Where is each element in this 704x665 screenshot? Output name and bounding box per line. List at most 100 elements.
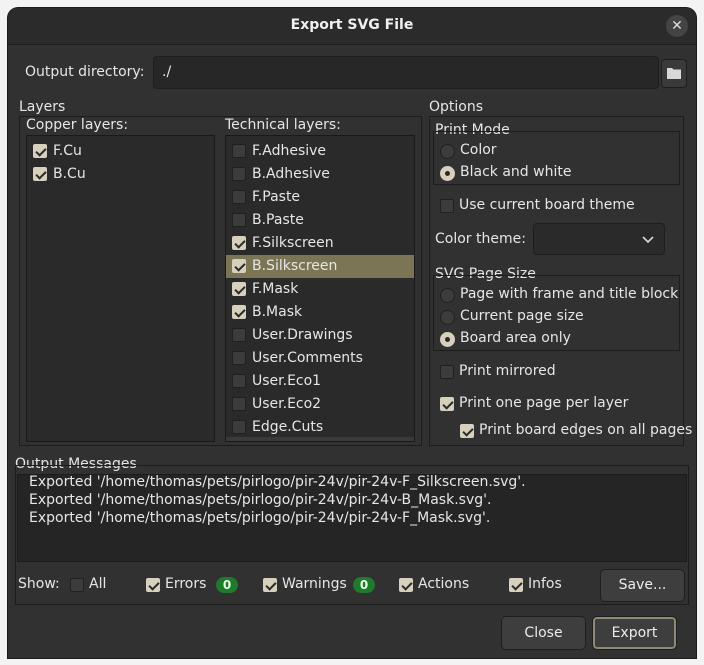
copper-layer-checkbox[interactable] (33, 144, 47, 158)
copper-layer-row[interactable]: F.Cu (27, 140, 214, 163)
use-board-theme-label: Use current board theme (459, 197, 635, 213)
copper-layer-row[interactable]: B.Cu (27, 163, 214, 186)
technical-layer-checkbox[interactable] (232, 236, 246, 250)
technical-layer-label: User.Eco2 (252, 396, 322, 412)
filter-infos-checkbox[interactable] (509, 578, 523, 592)
filter-infos-label: Infos (528, 576, 562, 592)
filter-all-checkbox[interactable] (70, 578, 84, 592)
technical-layer-label: User.Eco1 (252, 373, 322, 389)
technical-layer-checkbox[interactable] (232, 328, 246, 342)
technical-layer-checkbox[interactable] (232, 351, 246, 365)
technical-layer-checkbox[interactable] (232, 259, 246, 273)
filter-actions-label: Actions (418, 576, 470, 592)
warnings-count-badge: 0 (353, 577, 375, 593)
technical-layer-label: Edge.Cuts (252, 419, 324, 435)
output-messages-log[interactable]: Exported '/home/thomas/pets/pirlogo/pir-… (17, 474, 687, 562)
technical-layer-label: F.Silkscreen (252, 235, 334, 251)
copper-layer-checkbox[interactable] (33, 167, 47, 181)
one-page-per-layer-checkbox[interactable] (440, 397, 454, 411)
technical-layer-label: F.Mask (252, 281, 299, 297)
errors-count-badge: 0 (216, 577, 238, 593)
filter-warnings-label: Warnings (282, 576, 347, 592)
filter-errors-checkbox[interactable] (146, 578, 160, 592)
export-button[interactable]: Export (592, 616, 677, 650)
page-size-board-label: Board area only (460, 330, 571, 346)
filter-warnings-checkbox[interactable] (263, 578, 277, 592)
title-bar: Export SVG File ✕ (8, 8, 696, 45)
technical-layer-checkbox[interactable] (232, 420, 246, 434)
board-edges-all-pages-label: Print board edges on all pages (479, 422, 693, 438)
technical-layer-row[interactable]: User.Eco1 (226, 370, 414, 393)
technical-layer-label: User.Drawings (252, 327, 353, 343)
technical-layer-row[interactable]: Edge.Cuts (226, 416, 414, 439)
browse-directory-button[interactable] (661, 59, 687, 88)
technical-layer-row[interactable]: User.Eco2 (226, 393, 414, 416)
technical-layer-row[interactable]: F.Mask (226, 278, 414, 301)
technical-layer-row[interactable]: F.Silkscreen (226, 232, 414, 255)
filter-all-label: All (89, 576, 107, 592)
technical-layer-row[interactable]: User.Drawings (226, 324, 414, 347)
print-mirrored-checkbox[interactable] (440, 365, 454, 379)
message-line: Exported '/home/thomas/pets/pirlogo/pir-… (29, 474, 526, 490)
show-filter-label: Show: (18, 576, 60, 592)
use-board-theme-checkbox[interactable] (440, 199, 454, 213)
dialog-title: Export SVG File (290, 17, 414, 33)
technical-layer-row[interactable]: B.Paste (226, 209, 414, 232)
print-mode-color-radio[interactable] (440, 144, 455, 159)
close-window-icon[interactable]: ✕ (666, 15, 688, 37)
print-mode-color-label: Color (460, 142, 497, 158)
chevron-down-icon (642, 236, 654, 244)
folder-icon (667, 68, 681, 79)
technical-layer-checkbox[interactable] (232, 167, 246, 181)
print-mode-bw-label: Black and white (460, 164, 572, 180)
print-mode-bw-radio[interactable] (440, 166, 455, 181)
filter-errors-label: Errors (165, 576, 207, 592)
message-line: Exported '/home/thomas/pets/pirlogo/pir-… (29, 492, 492, 508)
layers-group-label: Layers (19, 99, 66, 115)
color-theme-label: Color theme: (435, 231, 526, 247)
output-directory-input[interactable]: ./ (153, 56, 659, 89)
copper-layers-list[interactable]: F.Cu B.Cu (26, 135, 215, 442)
page-size-frame-label: Page with frame and title block (460, 286, 679, 302)
technical-layer-row[interactable]: B.Silkscreen (226, 255, 414, 278)
technical-layers-list[interactable]: F.Adhesive B.Adhesive F.Paste B.Paste F.Silk… (225, 135, 415, 442)
technical-layer-label: F.Paste (252, 189, 301, 205)
output-directory-label: Output directory: (25, 64, 145, 80)
technical-layers-label: Technical layers: (225, 117, 341, 133)
technical-layer-row[interactable]: F.Paste (226, 186, 414, 209)
message-line: Exported '/home/thomas/pets/pirlogo/pir-… (29, 510, 491, 526)
print-mirrored-label: Print mirrored (459, 363, 556, 379)
technical-layer-label: B.Paste (252, 212, 304, 228)
page-size-frame-radio[interactable] (440, 288, 455, 303)
color-theme-select[interactable] (533, 223, 665, 255)
technical-layer-row[interactable]: B.Adhesive (226, 163, 414, 186)
save-messages-button[interactable]: Save... (600, 569, 685, 602)
copper-layer-label: F.Cu (53, 143, 82, 159)
options-group-label: Options (429, 99, 484, 115)
technical-layer-label: B.Silkscreen (252, 258, 338, 274)
page-size-board-radio[interactable] (440, 332, 455, 347)
page-size-current-radio[interactable] (440, 310, 455, 325)
technical-layer-checkbox[interactable] (232, 213, 246, 227)
technical-layer-label: B.Adhesive (252, 166, 330, 182)
copper-layers-label: Copper layers: (26, 117, 129, 133)
technical-layer-checkbox[interactable] (232, 397, 246, 411)
technical-layer-checkbox[interactable] (232, 190, 246, 204)
technical-layer-checkbox[interactable] (232, 374, 246, 388)
technical-layer-checkbox[interactable] (232, 305, 246, 319)
output-directory-value: ./ (162, 64, 172, 80)
technical-layer-row[interactable]: User.Comments (226, 347, 414, 370)
filter-actions-checkbox[interactable] (399, 578, 413, 592)
close-button[interactable]: Close (501, 616, 586, 650)
technical-layer-checkbox[interactable] (232, 144, 246, 158)
technical-layer-checkbox[interactable] (232, 282, 246, 296)
page-size-current-label: Current page size (460, 308, 584, 324)
export-svg-dialog: Export SVG File ✕ Output directory: ./ L… (8, 8, 696, 658)
technical-layer-row[interactable]: B.Mask (226, 301, 414, 324)
board-edges-all-pages-checkbox[interactable] (460, 424, 474, 438)
technical-layer-row[interactable]: F.Adhesive (226, 140, 414, 163)
one-page-per-layer-label: Print one page per layer (459, 395, 629, 411)
technical-layer-label: User.Comments (252, 350, 363, 366)
copper-layer-label: B.Cu (53, 166, 86, 182)
technical-layer-label: F.Adhesive (252, 143, 327, 159)
